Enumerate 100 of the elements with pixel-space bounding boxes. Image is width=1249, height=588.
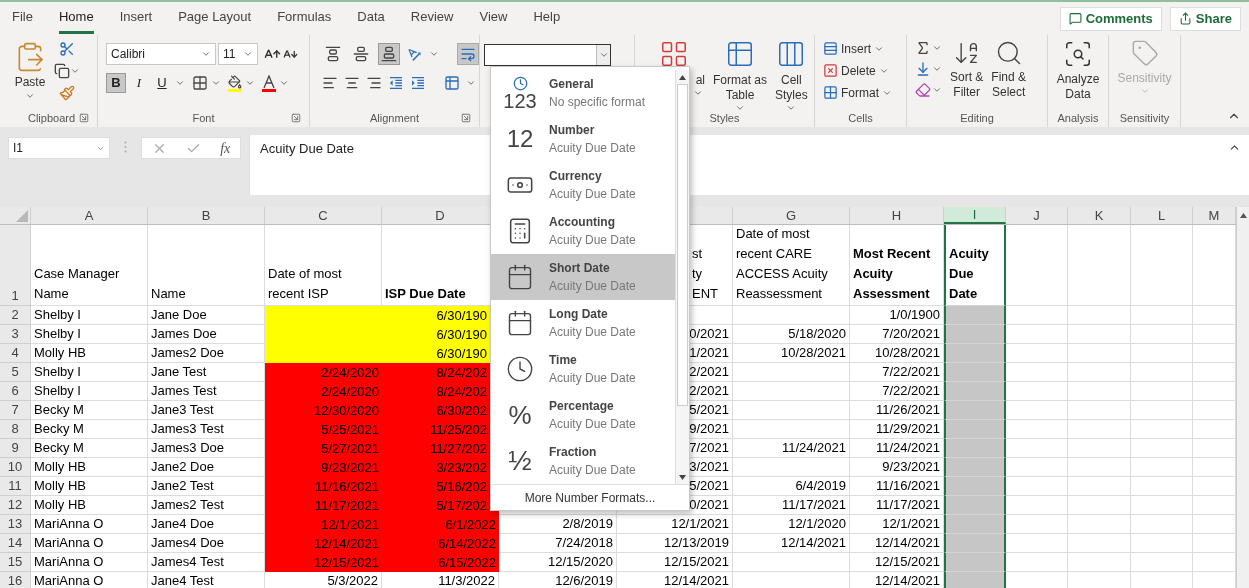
font-size-field[interactable]: 11 [218,43,258,65]
editing-button[interactable] [915,61,942,77]
row-header[interactable]: 13 [0,515,31,534]
row-header[interactable]: 3 [0,325,31,344]
table-cell [1131,325,1193,344]
table-cell [944,382,1006,401]
align-left-icon[interactable] [322,75,338,91]
row-header[interactable]: 7 [0,401,31,420]
table-cell [1131,306,1193,325]
launcher-icon[interactable] [291,113,301,123]
table-cell [1006,306,1068,325]
table-cell: 7/22/2021 [850,363,944,382]
ribbon-tab[interactable]: Formulas [277,3,332,34]
insert-rows-icon [823,41,838,56]
format-option[interactable]: Short Date Acuity Due Date [491,254,676,300]
name-box[interactable]: I1 [8,137,110,159]
table-cell: 7/24/2018 [499,534,617,553]
column-header[interactable]: I [944,207,1006,224]
table-cell: Becky M [31,439,148,458]
row-header[interactable]: 8 [0,420,31,439]
editing-button[interactable] [915,82,942,98]
format-glyph: % [508,398,532,432]
font-name-field[interactable]: Calibri [106,43,216,65]
clock-icon [512,75,528,91]
table-cell [1131,515,1193,534]
row-header[interactable]: 6 [0,382,31,401]
font-style-button[interactable]: I [129,73,149,93]
column-header[interactable]: K [1068,207,1131,224]
row-header[interactable]: 1 [0,225,31,306]
styles-button[interactable]: Format as Table [713,39,767,113]
ribbon-tab[interactable]: Help [533,3,561,34]
caret-icon [693,88,703,98]
table-cell [1006,477,1068,496]
drag-handle-icon[interactable] [124,141,127,153]
launcher-icon[interactable] [461,113,471,123]
align-bottom-icon[interactable] [378,43,400,65]
table-cell [1131,477,1193,496]
merge-cells-icon[interactable] [444,75,460,91]
row-header[interactable]: 9 [0,439,31,458]
cells-button[interactable]: Format [823,83,892,102]
editing-button[interactable] [915,40,942,56]
table-cell: Shelby I [31,325,148,344]
row-header[interactable]: 15 [0,553,31,572]
vertical-scrollbar[interactable] [1236,207,1249,588]
styles-button[interactable]: Cell Styles [775,39,808,113]
comments-button[interactable]: Comments [1059,6,1162,31]
column-header[interactable]: G [733,207,850,224]
align-right-icon[interactable] [366,75,382,91]
row-header[interactable]: 4 [0,344,31,363]
table-cell [1068,363,1131,382]
font-color-icon[interactable] [262,74,276,92]
table-cell: 10/28/2021 [850,344,944,363]
table-cell: Jane Doe [148,306,265,325]
cells-button[interactable]: Insert [823,39,892,58]
indent-increase-icon[interactable] [410,75,426,91]
editing-button[interactable]: Find & Select [991,39,1027,100]
table-cell: 12/14/2021 [617,572,733,588]
font-style-button[interactable]: U [152,73,172,93]
share-button[interactable]: Share [1169,6,1241,31]
column-header[interactable]: J [1006,207,1068,224]
ribbon-tab[interactable]: File [12,3,33,34]
table-cell: 12/1/2021 [850,515,944,534]
cells-button[interactable]: Delete [823,61,892,80]
row-header[interactable]: 10 [0,458,31,477]
format-option[interactable]: 123 General No specific format [491,70,676,116]
number-format-field[interactable] [484,44,611,66]
indent-decrease-icon[interactable] [388,75,404,91]
column-header[interactable]: C [265,207,382,224]
caret-icon [598,50,609,60]
wrap-text-icon[interactable] [457,43,479,65]
align-center-icon[interactable] [344,75,360,91]
table-cell: Becky M [31,420,148,439]
row-header[interactable]: 12 [0,496,31,515]
borders-icon[interactable] [192,75,208,91]
column-header[interactable]: A [31,207,148,224]
editing-button[interactable]: Sort & Filter [950,39,984,100]
row-header[interactable]: 14 [0,534,31,553]
ribbon-tab[interactable]: View [479,3,508,34]
fill-bucket-icon[interactable] [228,74,242,92]
row-header[interactable]: 5 [0,363,31,382]
table-cell: 2/24/2020 [265,363,382,382]
ribbon-tab[interactable]: Page Layout [178,3,252,34]
table-cell [1193,572,1236,588]
scrollbar[interactable] [675,70,689,484]
font-style-button[interactable]: B [106,73,126,93]
paste-button[interactable]: Paste [14,39,46,101]
ribbon-tab[interactable]: Data [357,3,385,34]
format-name: Time [549,352,578,369]
row-header[interactable]: 11 [0,477,31,496]
column-header[interactable]: B [148,207,265,224]
table-cell [1131,572,1193,588]
copy-icon[interactable] [54,63,70,79]
row-header[interactable]: 2 [0,306,31,325]
ribbon-tab[interactable]: Insert [119,3,153,34]
column-header[interactable]: L [1131,207,1193,224]
table-cell: 5/18/2020 [733,325,850,344]
launcher-icon[interactable] [79,113,89,123]
function-label[interactable]: fx [220,137,231,159]
ribbon-tab[interactable]: Review [410,3,454,34]
analyze-data-button[interactable]: Analyze Data [1052,39,1104,102]
